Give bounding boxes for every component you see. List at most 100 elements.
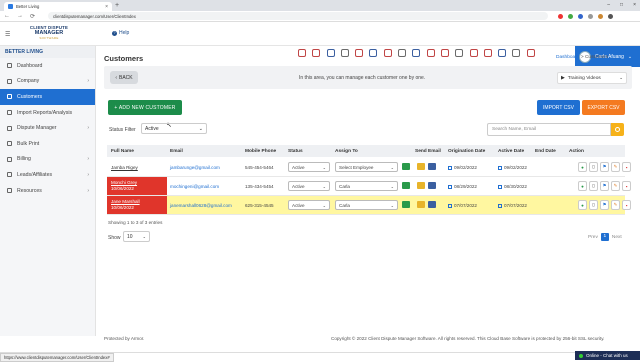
tab-close-icon[interactable]: × bbox=[105, 4, 108, 10]
toolbar-icon[interactable] bbox=[426, 49, 435, 57]
col-email[interactable]: Email bbox=[170, 149, 183, 154]
logo[interactable]: CLIENT DISPUTE MANAGER SOFTWARE bbox=[4, 25, 94, 43]
import-csv-button[interactable]: IMPORT CSV bbox=[537, 100, 580, 115]
training-videos-select[interactable]: ▶ Training Videos ⌄ bbox=[557, 72, 627, 84]
mobile-icon[interactable]: ▯ bbox=[589, 200, 598, 210]
add-new-customer-button[interactable]: + ADD NEW CUSTOMER bbox=[108, 100, 182, 115]
extension-icon[interactable] bbox=[578, 13, 584, 19]
users-icon[interactable] bbox=[402, 201, 410, 208]
toolbar-icon[interactable] bbox=[312, 49, 321, 57]
toolbar-icon[interactable] bbox=[340, 49, 349, 57]
toolbar-icon[interactable] bbox=[298, 49, 306, 57]
col-full-name[interactable]: Full Name bbox=[111, 149, 134, 154]
assign-to-select[interactable]: Carla ⌄ bbox=[335, 181, 398, 191]
edit-icon[interactable]: ✎ bbox=[611, 200, 620, 210]
hamburger-menu-icon[interactable]: ☰ bbox=[5, 31, 10, 38]
send-icon[interactable] bbox=[428, 201, 436, 208]
info-icon[interactable]: ● bbox=[578, 200, 587, 210]
sidebar-item-company[interactable]: Company › bbox=[0, 74, 95, 90]
help-button[interactable]: ? Help bbox=[112, 30, 129, 36]
sidebar-item-customers[interactable]: Customers bbox=[0, 89, 95, 105]
sidebar-item-dashboard[interactable]: Dashboard bbox=[0, 58, 95, 74]
toolbar-icon[interactable] bbox=[498, 49, 507, 57]
toolbar-icon[interactable] bbox=[469, 49, 478, 57]
info-icon[interactable]: ● bbox=[578, 162, 587, 172]
forward-nav-icon[interactable]: → bbox=[17, 13, 23, 19]
status-select[interactable]: Active ⌄ bbox=[288, 181, 330, 191]
extension-icon[interactable] bbox=[588, 13, 594, 19]
col-assign-to[interactable]: Assign To bbox=[335, 149, 358, 154]
toolbar-icon[interactable] bbox=[483, 49, 492, 57]
toolbar-icon[interactable] bbox=[455, 49, 464, 57]
extension-icon[interactable] bbox=[598, 13, 604, 19]
minimize-button[interactable]: – bbox=[607, 2, 610, 8]
col-mobile-phone[interactable]: Mobile Phone bbox=[245, 149, 276, 154]
breadcrumb-home[interactable]: Dashboard bbox=[556, 55, 579, 60]
delete-icon[interactable]: ▪ bbox=[622, 200, 631, 210]
search-button[interactable] bbox=[611, 123, 624, 136]
sidebar-item-billing[interactable]: Billing › bbox=[0, 152, 95, 168]
sidebar-item-leads[interactable]: Leads/Affiliates › bbox=[0, 167, 95, 183]
info-icon[interactable]: ● bbox=[578, 181, 587, 191]
edit-icon[interactable]: ✎ bbox=[611, 181, 620, 191]
toolbar-icon[interactable] bbox=[526, 49, 535, 57]
users-icon[interactable] bbox=[402, 163, 410, 170]
back-button[interactable]: ‹ BACK bbox=[110, 71, 138, 84]
delete-icon[interactable]: ▪ bbox=[622, 162, 631, 172]
customer-name-link[interactable]: Monchi Grey bbox=[111, 180, 163, 185]
send-icon[interactable] bbox=[428, 163, 436, 170]
col-send-email[interactable]: Send Email bbox=[415, 149, 441, 154]
next-page-button[interactable]: Next bbox=[612, 235, 622, 240]
mobile-icon[interactable]: ▯ bbox=[589, 162, 598, 172]
toolbar-icon[interactable] bbox=[326, 49, 335, 57]
flag-icon[interactable]: ⚑ bbox=[600, 162, 609, 172]
close-window-button[interactable]: × bbox=[633, 2, 636, 8]
profile-icon[interactable] bbox=[608, 13, 614, 19]
toolbar-icon[interactable] bbox=[512, 49, 521, 57]
sidebar-item-import-reports[interactable]: Import Reports/Analysis bbox=[0, 105, 95, 121]
sidebar-item-bulk-print[interactable]: Bulk Print bbox=[0, 136, 95, 152]
customer-email[interactable]: janemarshall0628@gmail.com bbox=[170, 203, 232, 208]
customer-name-link[interactable]: Jamba Rigey bbox=[111, 165, 163, 170]
sidebar-item-dispute-manager[interactable]: Dispute Manager › bbox=[0, 120, 95, 136]
customer-email[interactable]: jambarunge@gmail.com bbox=[170, 165, 220, 170]
customer-email[interactable]: mochingeni@gmail.com bbox=[170, 184, 219, 189]
flag-icon[interactable]: ⚑ bbox=[600, 181, 609, 191]
chat-widget[interactable]: Online - Chat with us bbox=[575, 351, 640, 360]
status-filter-select[interactable]: Active ⌄ bbox=[141, 123, 207, 134]
toolbar-icon[interactable] bbox=[355, 49, 364, 57]
toolbar-icon[interactable] bbox=[383, 49, 392, 57]
col-end-date[interactable]: End Date bbox=[535, 149, 556, 154]
customer-name-link[interactable]: Jane Marshall bbox=[111, 199, 163, 204]
send-icon[interactable] bbox=[428, 182, 436, 189]
assign-to-select[interactable]: Select Employee ⌄ bbox=[335, 162, 398, 172]
export-csv-button[interactable]: EXPORT CSV bbox=[582, 100, 625, 115]
assign-to-select[interactable]: Carla ⌄ bbox=[335, 200, 398, 210]
toolbar-icon[interactable] bbox=[440, 49, 449, 57]
users-icon[interactable] bbox=[402, 182, 410, 189]
sidebar-item-resources[interactable]: Resources › bbox=[0, 183, 95, 199]
reload-icon[interactable]: ⟳ bbox=[30, 13, 35, 20]
prev-page-button[interactable]: Prev bbox=[588, 235, 598, 240]
search-input[interactable]: Search Name, Email bbox=[487, 123, 611, 136]
mobile-icon[interactable]: ▯ bbox=[589, 181, 598, 191]
toolbar-icon[interactable] bbox=[412, 49, 421, 57]
col-status[interactable]: Status bbox=[288, 149, 303, 154]
email-icon[interactable] bbox=[417, 182, 425, 189]
col-active-date[interactable]: Active Date bbox=[498, 149, 524, 154]
url-field[interactable]: clientdisputemanager.com/User/ClientInde… bbox=[48, 12, 549, 20]
toolbar-icon[interactable] bbox=[398, 49, 407, 57]
browser-tab[interactable]: Better Living × bbox=[4, 2, 112, 11]
flag-icon[interactable]: ⚑ bbox=[600, 200, 609, 210]
status-select[interactable]: Active ⌄ bbox=[288, 162, 330, 172]
page-1-button[interactable]: 1 bbox=[600, 233, 609, 241]
col-origination-date[interactable]: Origination Date bbox=[448, 149, 485, 154]
extension-icon[interactable] bbox=[558, 13, 564, 19]
back-nav-icon[interactable]: ← bbox=[4, 13, 10, 19]
maximize-button[interactable]: □ bbox=[620, 2, 623, 8]
status-select[interactable]: Active ⌄ bbox=[288, 200, 330, 210]
toolbar-icon[interactable] bbox=[369, 49, 378, 57]
page-size-select[interactable]: 10 ⌄ bbox=[123, 231, 150, 242]
new-tab-button[interactable]: + bbox=[115, 2, 119, 9]
email-icon[interactable] bbox=[417, 163, 425, 170]
